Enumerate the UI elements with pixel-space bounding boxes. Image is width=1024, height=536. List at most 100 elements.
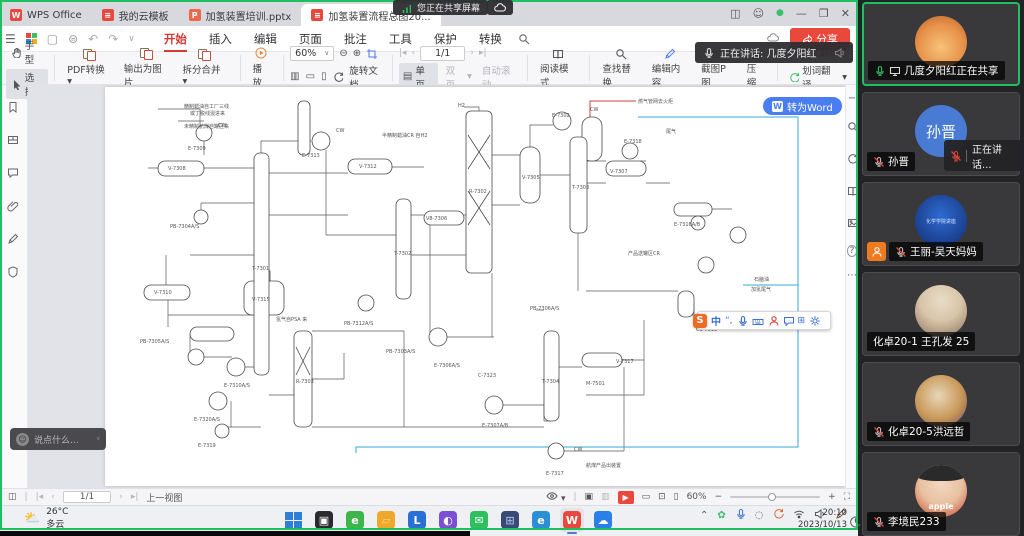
remote-app-icon[interactable]: ⊞	[498, 508, 522, 532]
menu-item-1[interactable]: 插入	[199, 28, 242, 50]
first-page-icon[interactable]: |◂	[399, 48, 407, 58]
page-layout-2-icon[interactable]: ▥	[601, 492, 610, 502]
file-explorer-icon[interactable]: ▱	[374, 508, 398, 532]
split-merge-button[interactable]: 拆分合并 ▾	[176, 49, 233, 87]
translate-icon[interactable]	[847, 181, 858, 200]
sogou-logo-icon[interactable]: S	[693, 314, 707, 328]
read-mode-button[interactable]: 阅读模式	[534, 48, 583, 89]
print-icon[interactable]: ⊜	[68, 32, 78, 46]
ocr-image-icon[interactable]	[847, 213, 858, 232]
fit-height-icon[interactable]: ▯	[321, 71, 327, 82]
prev-view-button[interactable]: 上一视图	[146, 491, 182, 504]
zoom-in-icon[interactable]: ⊕	[353, 48, 361, 59]
pdf-convert-button[interactable]: PDF转换 ▾	[61, 49, 118, 87]
present-play-button[interactable]: ▶	[618, 491, 634, 504]
menu-item-0[interactable]: 开始	[154, 28, 197, 50]
chevron-up-icon[interactable]: ⌃	[700, 510, 708, 521]
comment-icon[interactable]	[7, 165, 20, 184]
search-icon[interactable]	[847, 117, 858, 136]
fit-screen-sb-icon[interactable]: ⊡	[658, 492, 666, 502]
signature-icon[interactable]	[7, 231, 20, 250]
participant-tile-5[interactable]: apple李境民233	[862, 452, 1020, 536]
emoji-icon[interactable]	[768, 315, 779, 326]
sb-prev-page-icon[interactable]: ‹	[51, 492, 55, 502]
window-tab-2[interactable]: P加氢装置培训.pptx	[179, 4, 302, 26]
update-icon[interactable]: ◌	[755, 510, 764, 521]
attachment-icon[interactable]	[7, 198, 20, 217]
zoom-slider-handle[interactable]	[768, 493, 776, 501]
fit-page-sb-icon[interactable]: ▭	[642, 492, 651, 502]
mail-app-icon[interactable]: ✉	[467, 508, 491, 532]
toolbox-icon[interactable]: ⊞	[798, 316, 806, 326]
sync-swirl-icon[interactable]	[773, 508, 784, 522]
browser-e-icon[interactable]: e	[343, 508, 367, 532]
rotate-left-icon[interactable]	[333, 71, 344, 82]
prev-page-icon[interactable]: ‹	[411, 48, 415, 58]
sb-zoom-plus[interactable]: +	[828, 492, 836, 502]
chat-quick-input[interactable]: ☺ 说点什么... ‹	[10, 428, 106, 450]
save-icon[interactable]: ▢	[47, 32, 58, 46]
split-view-icon[interactable]: ◫	[730, 7, 740, 20]
edit-content-button[interactable]: 编辑内容	[646, 48, 695, 89]
zoom-combo[interactable]: 60%∨	[290, 46, 334, 61]
keyboard-icon[interactable]	[752, 316, 764, 326]
zoom-slider[interactable]	[730, 496, 820, 498]
meeting-app-icon[interactable]: ☁	[591, 508, 615, 532]
sb-next-page-icon[interactable]: ›	[119, 492, 123, 502]
window-tab-1[interactable]: ≡我的云模板	[92, 4, 179, 26]
wps-office-icon[interactable]: W	[560, 508, 584, 532]
edge-browser-icon[interactable]: e	[529, 508, 553, 532]
participant-tile-4[interactable]: 化卓20-5洪远哲	[862, 362, 1020, 446]
export-image-button[interactable]: 输出为图片	[118, 48, 177, 89]
undo-icon[interactable]: ↶	[88, 32, 98, 46]
window-tab-0[interactable]: WWPS Office	[0, 4, 92, 26]
collapse-minus-icon[interactable]: −	[848, 93, 856, 104]
participant-tile-0[interactable]: 几度夕阳红正在共享	[862, 2, 1020, 86]
more-dots-icon[interactable]: ⋯	[847, 270, 857, 281]
play-button[interactable]: 播放	[246, 47, 277, 89]
mood-icon[interactable]: ☺	[753, 7, 764, 20]
purple-app-icon[interactable]: ◐	[436, 508, 460, 532]
sb-first-page-icon[interactable]: |◂	[36, 492, 44, 502]
taskbar-clock[interactable]: 20:102023/10/13	[793, 507, 847, 532]
sync-icon[interactable]	[847, 149, 858, 168]
quickbar-dropdown-icon[interactable]: ∨	[128, 34, 135, 44]
minimize-button[interactable]: —	[796, 7, 807, 20]
document-canvas[interactable]: 精制蜡油自工厂三线或丁脱线混进来未精制航煤自罐区来CWE-7309V-7308T…	[28, 85, 845, 488]
ink-icon[interactable]: “,	[725, 316, 733, 326]
participant-tile-2[interactable]: 化学学院讲座王丽-吴天妈妈	[862, 182, 1020, 266]
redo-icon[interactable]: ↷	[108, 32, 118, 46]
meeting-cloud-button[interactable]	[487, 0, 513, 15]
read-eye-icon[interactable]: ▾	[546, 490, 565, 504]
next-page-icon[interactable]: ›	[470, 48, 474, 58]
lenovo-manager-icon[interactable]: L	[405, 508, 429, 532]
fit-width-sb-icon[interactable]: ▯	[674, 492, 679, 502]
view-layout-icon[interactable]: ◫	[8, 492, 17, 502]
restore-button[interactable]: ❐	[819, 7, 829, 20]
participant-tile-3[interactable]: 化卓20-1 王孔发 25	[862, 272, 1020, 356]
stamp-icon[interactable]	[7, 264, 20, 283]
sb-page-nav[interactable]: 1/1	[63, 491, 111, 503]
fullscreen-icon[interactable]: ⛶	[844, 492, 850, 502]
hand-tool-button[interactable]: 手型	[6, 37, 48, 67]
sb-zoom-minus[interactable]: −	[715, 492, 723, 502]
bookmark-icon[interactable]	[7, 99, 20, 118]
settings-gear-icon[interactable]	[809, 315, 820, 326]
input-mode-cn[interactable]: 中	[711, 313, 721, 328]
voice-icon[interactable]	[735, 508, 746, 522]
voice-mic-icon[interactable]	[737, 315, 748, 326]
help-icon[interactable]: ?	[847, 245, 858, 257]
page-layout-1-icon[interactable]: ▣	[585, 492, 594, 502]
collapse-chevron-icon[interactable]: ‹	[96, 434, 100, 444]
sb-last-page-icon[interactable]: ▸|	[131, 492, 139, 502]
close-button[interactable]: ✕	[841, 7, 850, 20]
thumbnail-icon[interactable]	[7, 132, 20, 151]
zoom-out-icon[interactable]: ⊖	[339, 48, 347, 59]
task-view-icon[interactable]: ▣	[312, 508, 336, 532]
fit-width-icon[interactable]: ▥	[290, 71, 299, 82]
page-nav-box[interactable]: 1/1	[420, 46, 465, 61]
antivirus-icon[interactable]: ✿	[717, 510, 725, 521]
fit-page-icon[interactable]: ▭	[306, 71, 315, 82]
start-button[interactable]	[281, 508, 305, 532]
snapshot-region-icon[interactable]	[366, 48, 377, 59]
